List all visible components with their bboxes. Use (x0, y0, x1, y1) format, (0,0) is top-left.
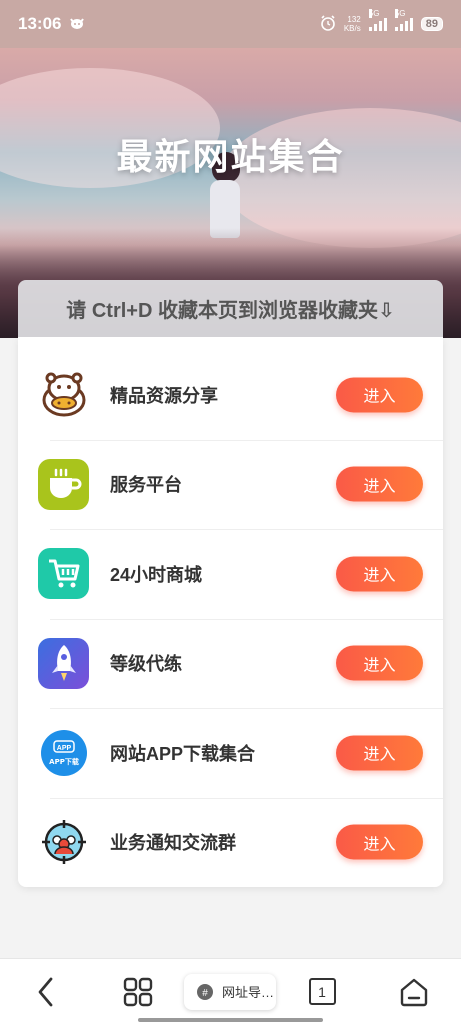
browser-bottom-bar: # 网址导… 1 (0, 958, 461, 1024)
cup-icon (38, 458, 89, 510)
item-label: 服务平台 (110, 475, 182, 496)
site-list: 精品资源分享 进入 服务平台 进入 24小时商城 进入 等级代练 进入 APP … (18, 337, 443, 887)
app-icon-text-top: APP (56, 745, 71, 752)
back-button[interactable] (0, 964, 92, 1020)
tabs-button[interactable]: 1 (276, 964, 368, 1020)
hippo-icon (38, 369, 89, 421)
item-label: 24小时商城 (110, 564, 203, 585)
alarm-icon (320, 14, 336, 34)
speed-value: 132 (347, 15, 361, 24)
speed-unit: KB/s (343, 24, 361, 33)
app-icon-text-bottom: APP下载 (49, 757, 79, 766)
signal-1-label: 5G (368, 9, 380, 18)
enter-button[interactable]: 进入 (336, 377, 423, 413)
status-time: 13:06 (18, 14, 62, 33)
enter-button[interactable]: 进入 (336, 735, 423, 771)
enter-button[interactable]: 进入 (336, 466, 423, 502)
signal-1-icon: 5G (368, 9, 387, 31)
hash-site-icon: # (197, 983, 213, 1000)
cart-icon (38, 548, 89, 600)
cow-notification-icon (69, 16, 85, 33)
enter-button[interactable]: 进入 (336, 824, 423, 860)
grid-icon (123, 977, 153, 1006)
home-button[interactable] (368, 964, 460, 1020)
battery-indicator: 89 (420, 17, 443, 31)
item-label: 网站APP下载集合 (110, 743, 256, 764)
enter-button[interactable]: 进入 (336, 556, 423, 592)
signal-2-icon: 5G (394, 9, 413, 31)
list-item[interactable]: APP APP下载 网站APP下载集合 进入 (18, 708, 443, 798)
rocket-icon (38, 637, 89, 689)
status-bar: 13:06 132 KB/s 5G 5G 89 (0, 0, 461, 48)
svg-text:#: # (202, 988, 208, 999)
tab-count: 1 (308, 978, 336, 1005)
address-label: 网址导… (222, 985, 275, 1000)
item-label: 精品资源分享 (110, 385, 218, 406)
menu-grid-button[interactable] (92, 964, 184, 1020)
address-pill[interactable]: # 网址导… (184, 973, 276, 1010)
status-right-group: 132 KB/s 5G 5G 89 (320, 9, 443, 34)
list-item[interactable]: 服务平台 进入 (18, 439, 443, 530)
address-pill-wrapper: # 网址导… (184, 964, 276, 1020)
enter-button[interactable]: 进入 (336, 645, 423, 681)
home-icon (400, 978, 428, 1006)
bookmark-notice: 请 Ctrl+D 收藏本页到浏览器收藏夹⇩ (18, 280, 443, 337)
item-label: 业务通知交流群 (110, 833, 236, 854)
app-download-icon: APP APP下载 (38, 727, 89, 779)
page-title: 最新网站集合 (116, 136, 345, 177)
back-arrow-icon (38, 977, 53, 1006)
home-indicator[interactable] (138, 1018, 323, 1022)
list-item[interactable]: 业务通知交流群 进入 (18, 797, 443, 888)
group-icon (38, 816, 89, 868)
signal-2-label: 5G (394, 9, 406, 18)
list-item[interactable]: 等级代练 进入 (18, 618, 443, 709)
list-item[interactable]: 精品资源分享 进入 (18, 350, 443, 440)
item-label: 等级代练 (110, 654, 182, 675)
list-item[interactable]: 24小时商城 进入 (18, 529, 443, 619)
network-speed: 132 KB/s (344, 15, 361, 33)
